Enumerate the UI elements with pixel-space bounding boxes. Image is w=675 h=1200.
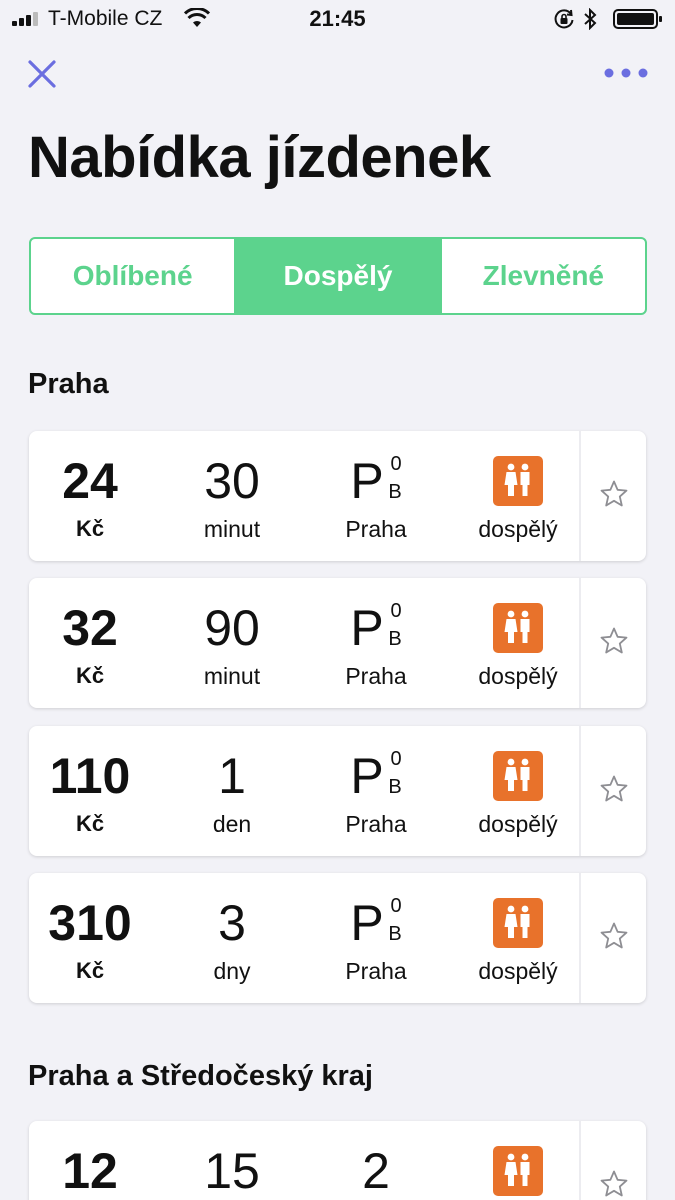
ticket-rider (453, 1121, 583, 1200)
tab-discounted[interactable]: Zlevněné (439, 239, 645, 313)
close-icon[interactable] (26, 58, 58, 90)
battery-icon (613, 9, 662, 29)
price-value: 24 (62, 453, 118, 509)
ticket-rider: dospělý (453, 578, 583, 708)
zone-code: P0B (350, 895, 402, 951)
duration-value: 15 (204, 1143, 260, 1199)
favorite-star-icon[interactable] (599, 1169, 629, 1199)
rider-label: dospělý (478, 516, 558, 542)
ticket-rider: dospělý (453, 873, 583, 1003)
more-options-icon[interactable] (603, 64, 649, 82)
tab-favorites[interactable]: Oblíbené (31, 239, 234, 313)
ticket-zone: P0B Praha (313, 578, 439, 708)
duration-unit: den (212, 811, 252, 837)
ticket-price: 310 Kč (29, 873, 151, 1003)
price-value: 310 (48, 895, 132, 951)
ticket-price: 24 Kč (29, 431, 151, 561)
card-divider (579, 431, 581, 561)
rider-label: dospělý (478, 958, 558, 984)
ticket-duration: 3 dny (169, 873, 295, 1003)
favorite-star-icon[interactable] (599, 479, 629, 509)
favorite-star-icon[interactable] (599, 921, 629, 951)
ticket-duration: 1 den (169, 726, 295, 856)
price-currency: Kč (75, 958, 105, 983)
ticket-zone: P0B Praha (313, 431, 439, 561)
zone-code: 2 (362, 1143, 390, 1199)
ticket-rider: dospělý (453, 726, 583, 856)
price-value: 110 (49, 748, 131, 804)
section-title-praha-stredocesky: Praha a Středočeský kraj (28, 1060, 373, 1092)
ticket-type-segmented-control: Oblíbené Dospělý Zlevněné (29, 237, 647, 315)
zone-code: P0B (350, 600, 402, 656)
card-divider (579, 873, 581, 1003)
adult-icon (493, 751, 543, 801)
ticket-zone: 2 (313, 1121, 439, 1200)
status-bar: T-Mobile CZ 21:45 (0, 0, 675, 38)
card-divider (579, 1121, 581, 1200)
ticket-card[interactable]: 32 Kč 90 minut P0B Praha dospělý (29, 578, 646, 708)
ticket-rider: dospělý (453, 431, 583, 561)
ticket-price: 110 Kč (29, 726, 151, 856)
ticket-price: 12 (29, 1121, 151, 1200)
price-currency: Kč (75, 663, 105, 688)
bluetooth-icon (584, 8, 597, 30)
ticket-duration: 15 (169, 1121, 295, 1200)
duration-value: 3 (218, 895, 246, 951)
tab-adult[interactable]: Dospělý (234, 239, 440, 313)
ticket-card[interactable]: 24 Kč 30 minut P0B Praha dospělý (29, 431, 646, 561)
ticket-price: 32 Kč (29, 578, 151, 708)
adult-icon (493, 603, 543, 653)
zone-label: Praha (345, 663, 407, 689)
zone-label: Praha (345, 811, 407, 837)
ticket-duration: 90 minut (169, 578, 295, 708)
favorite-star-icon[interactable] (599, 626, 629, 656)
zone-code: P0B (350, 453, 402, 509)
favorite-star-icon[interactable] (599, 774, 629, 804)
card-divider (579, 578, 581, 708)
card-divider (579, 726, 581, 856)
ticket-zone: P0B Praha (313, 726, 439, 856)
zone-code: P0B (350, 748, 402, 804)
adult-icon (493, 1146, 543, 1196)
ticket-card[interactable]: 12 15 2 (29, 1121, 646, 1200)
rider-label: dospělý (478, 663, 558, 689)
duration-value: 30 (204, 453, 260, 509)
navigation-bar (0, 52, 675, 98)
ticket-card[interactable]: 110 Kč 1 den P0B Praha dospělý (29, 726, 646, 856)
price-value: 32 (62, 600, 118, 656)
zone-label: Praha (345, 516, 407, 542)
adult-icon (493, 456, 543, 506)
section-title-praha: Praha (28, 368, 109, 400)
rider-label: dospělý (478, 811, 558, 837)
rotation-lock-icon (554, 9, 574, 29)
price-value: 12 (62, 1143, 118, 1199)
zone-label: Praha (345, 958, 407, 984)
duration-value: 90 (204, 600, 260, 656)
duration-unit: dny (213, 958, 251, 984)
ticket-card[interactable]: 310 Kč 3 dny P0B Praha dospělý (29, 873, 646, 1003)
duration-unit: minut (203, 663, 261, 689)
duration-value: 1 (218, 748, 246, 804)
ticket-zone: P0B Praha (313, 873, 439, 1003)
price-currency: Kč (75, 516, 105, 541)
price-currency: Kč (75, 811, 105, 836)
duration-unit: minut (203, 516, 261, 542)
adult-icon (493, 898, 543, 948)
page-title: Nabídka jízdenek (28, 125, 491, 190)
ticket-duration: 30 minut (169, 431, 295, 561)
